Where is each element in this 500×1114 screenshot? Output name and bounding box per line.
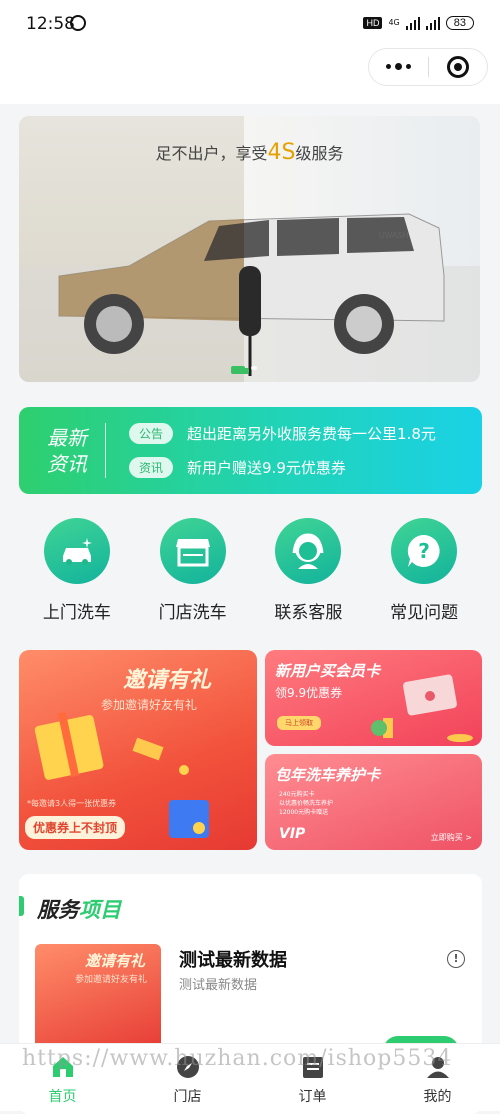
promo-package-card[interactable]: 包年洗车养护卡 240元购买卡 以优惠价畅洗车养护 12000元购卡赠送 VIP… <box>265 754 482 850</box>
news-logo: 最新 资讯 <box>39 425 95 477</box>
quick-action-label: 联系客服 <box>274 603 343 623</box>
section-accent-bar <box>19 896 24 916</box>
home-icon <box>50 1054 76 1080</box>
promo-invite-card[interactable]: 邀请有礼 参加邀请好友有礼 *每邀请3人得一张优惠券 优惠券上不封顶 <box>19 650 257 850</box>
invite-title: 邀请有礼 <box>123 668 212 693</box>
package-line: 240元购买卡 <box>279 791 315 798</box>
news-item[interactable]: 资讯 新用户赠送9.9元优惠券 <box>129 457 346 478</box>
slogan-suffix: 级服务 <box>295 144 344 163</box>
status-bar: 12:58 HD 4G 83 <box>0 0 500 48</box>
news-text: 超出距离另外收服务费每一公里1.8元 <box>187 425 436 443</box>
car-wash-icon <box>43 518 110 584</box>
info-icon[interactable]: ! <box>447 950 465 968</box>
section-title-b: 项目 <box>79 898 121 922</box>
slogan-highlight: 4S <box>267 140 296 165</box>
order-icon <box>300 1054 326 1080</box>
status-time: 12:58 <box>26 14 75 34</box>
tab-orders[interactable]: 订单 <box>250 1044 375 1111</box>
thumb-subtitle: 参加邀请好友有礼 <box>75 975 148 985</box>
news-tag: 资讯 <box>129 457 174 478</box>
car-plate-text: UWASH <box>379 231 409 240</box>
invite-subtitle: 参加邀请好友有礼 <box>101 698 198 712</box>
service-name: 测试最新数据 <box>179 950 287 971</box>
quick-action-label: 上门洗车 <box>42 603 111 623</box>
service-thumbnail: 邀请有礼 参加邀请好友有礼 <box>35 944 161 1054</box>
tab-store[interactable]: 门店 <box>125 1044 250 1111</box>
news-tag: 公告 <box>129 423 174 444</box>
package-title: 包年洗车养护卡 <box>275 766 381 784</box>
promo-member-card[interactable]: 新用户买会员卡 领9.9优惠券 马上领取 <box>265 650 482 746</box>
signal-icon <box>405 16 420 30</box>
quick-action-store-wash[interactable]: 门店洗车 <box>135 518 251 628</box>
tab-label: 门店 <box>173 1089 202 1105</box>
package-details: 240元购买卡 以优惠价畅洗车养护 12000元购卡赠送 <box>279 790 333 817</box>
quick-action-contact[interactable]: 联系客服 <box>251 518 367 628</box>
section-title: 服务项目 <box>37 894 121 924</box>
bottom-tabbar: 首页 门店 订单 我的 <box>0 1043 500 1111</box>
slogan-prefix: 足不出户，享受 <box>155 144 268 163</box>
more-menu-icon[interactable] <box>369 63 428 70</box>
thumb-title: 邀请有礼 <box>85 952 146 970</box>
news-panel[interactable]: 最新 资讯 公告 超出距离另外收服务费每一公里1.8元 资讯 新用户赠送9.9元… <box>19 407 482 494</box>
news-logo-line2: 资讯 <box>47 452 87 476</box>
quick-actions: 上门洗车 门店洗车 联系客服 ? 常见问题 <box>19 518 482 628</box>
customer-service-icon <box>275 518 342 584</box>
app-header <box>0 48 500 104</box>
member-title: 新用户买会员卡 <box>275 662 381 680</box>
store-icon <box>159 518 226 584</box>
news-item[interactable]: 公告 超出距离另外收服务费每一公里1.8元 <box>129 423 436 444</box>
tab-label: 首页 <box>48 1089 77 1105</box>
close-miniprogram-icon[interactable] <box>428 56 487 78</box>
service-desc: 测试最新数据 <box>179 978 258 993</box>
package-line: 以优惠价畅洗车养护 <box>279 800 334 807</box>
quick-action-faq[interactable]: ? 常见问题 <box>366 518 482 628</box>
hd-icon: HD <box>363 17 383 29</box>
tab-home[interactable]: 首页 <box>0 1044 125 1111</box>
package-buy-link[interactable]: 立即购买 > <box>431 832 472 843</box>
member-subtitle: 领9.9优惠券 <box>275 686 343 700</box>
network-type: 4G <box>388 18 400 27</box>
quick-action-label: 常见问题 <box>390 603 459 623</box>
hero-banner[interactable]: UWASH 足不出户，享受4S级服务 <box>19 116 480 382</box>
question-icon: ? <box>391 518 458 584</box>
user-icon <box>425 1054 451 1080</box>
quick-action-label: 门店洗车 <box>158 603 227 623</box>
tab-profile[interactable]: 我的 <box>375 1044 500 1111</box>
member-claim-button[interactable]: 马上领取 <box>277 716 321 730</box>
quick-action-home-wash[interactable]: 上门洗车 <box>19 518 135 628</box>
tab-label: 订单 <box>298 1089 327 1105</box>
miniprogram-capsule <box>368 48 488 86</box>
banner-slogan: 足不出户，享受4S级服务 <box>19 140 480 165</box>
news-logo-line1: 最新 <box>47 426 87 450</box>
svg-text:?: ? <box>418 539 430 563</box>
news-divider <box>105 423 106 478</box>
alarm-icon <box>70 15 86 31</box>
vip-badge: VIP <box>279 826 306 842</box>
section-title-a: 服务 <box>37 898 79 922</box>
package-line: 12000元购卡赠送 <box>279 809 329 816</box>
status-indicators: HD 4G 83 <box>363 16 474 30</box>
battery-indicator: 83 <box>445 16 474 30</box>
signal-icon-2 <box>425 16 440 30</box>
invite-note: *每邀请3人得一张优惠券 <box>27 799 117 808</box>
tab-label: 我的 <box>423 1089 452 1105</box>
news-text: 新用户赠送9.9元优惠券 <box>187 459 346 477</box>
compass-icon <box>175 1054 201 1080</box>
invite-pill: 优惠券上不封顶 <box>25 816 126 839</box>
carousel-indicator <box>231 366 257 370</box>
